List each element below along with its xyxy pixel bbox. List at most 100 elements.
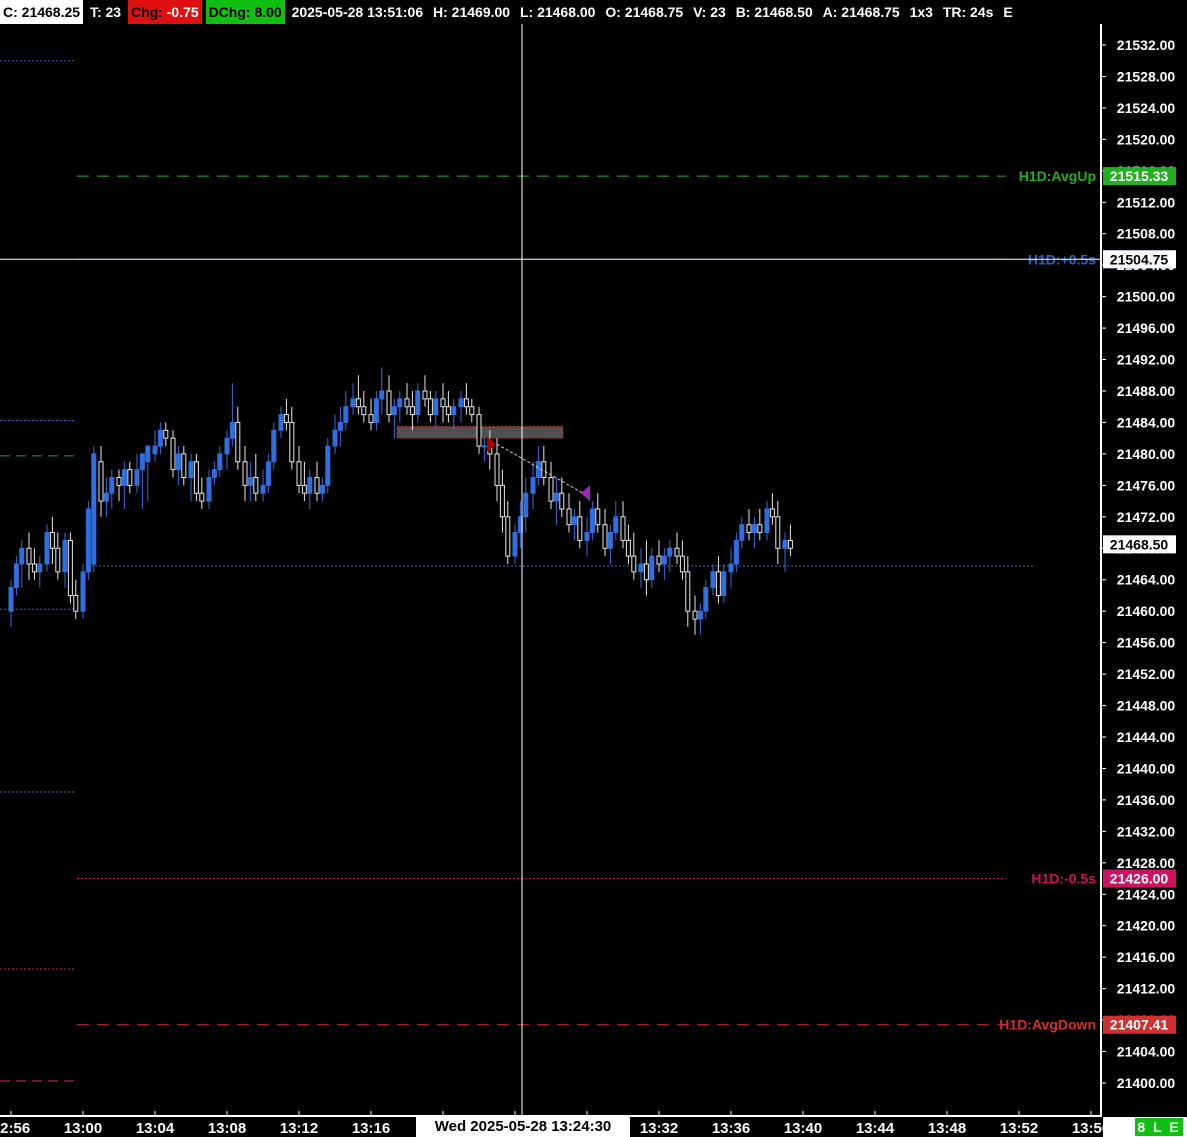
candle-body <box>571 516 577 526</box>
candle-body <box>415 390 421 416</box>
candle-body <box>229 421 235 439</box>
corner-badge-text: 8 L E <box>1135 1118 1183 1136</box>
candle-body <box>91 453 97 565</box>
time-tick-label: 13:16 <box>352 1120 390 1137</box>
time-tick-label: 13:12 <box>280 1120 318 1137</box>
price-tick-label: 21512.00 <box>1117 194 1176 210</box>
candle-body <box>379 390 385 400</box>
candle-body <box>494 453 500 486</box>
candle-body <box>103 492 109 502</box>
price-tick-label: 21480.00 <box>1117 446 1176 462</box>
crosshair-time-label: Wed 2025-05-28 13:24:30 <box>416 1117 630 1137</box>
candle-body <box>739 524 745 541</box>
level-name-label: H1D:-0.5s <box>1031 871 1096 887</box>
candle-body <box>206 477 212 502</box>
candle-body <box>152 445 158 455</box>
candle-body <box>692 610 698 620</box>
ask-value: A: 21468.75 <box>822 4 900 20</box>
volume-value: V: 23 <box>693 4 726 20</box>
time-tick-label: 13:36 <box>712 1120 750 1137</box>
price-tick-label: 21432.00 <box>1117 823 1176 839</box>
candle-body <box>422 390 428 400</box>
candle-body <box>289 421 295 463</box>
candle-body <box>235 421 241 463</box>
price-tick-label: 21488.00 <box>1117 383 1176 399</box>
candle-body <box>602 524 608 549</box>
level-name-label: H1D:AvgUp <box>1019 168 1096 184</box>
candle-body <box>181 453 187 478</box>
candle-body <box>499 484 505 518</box>
candle-body <box>512 532 518 557</box>
candle-body <box>787 539 793 549</box>
chart-background <box>0 24 1187 1117</box>
candle-body <box>710 571 716 589</box>
candle-body <box>505 516 511 557</box>
price-chart[interactable]: H1D:AvgUp21515.33H1D:+0.5s21504.75H1D:-0… <box>0 24 1187 1117</box>
candle-body <box>391 406 397 416</box>
price-tick-label: 21440.00 <box>1117 760 1176 776</box>
candle-body <box>224 437 230 455</box>
candle-body <box>361 406 367 416</box>
candle-body <box>332 429 338 447</box>
candle-body <box>589 508 595 534</box>
candle-body <box>163 429 169 439</box>
price-tick-label: 21416.00 <box>1117 949 1176 965</box>
candle-body <box>523 492 529 518</box>
candle-body <box>301 484 307 494</box>
candle-body <box>80 571 86 612</box>
price-tick-label: 21496.00 <box>1117 320 1176 336</box>
candle-body <box>31 563 37 573</box>
candle-body <box>674 547 680 557</box>
interval-value: 1x3 <box>909 4 933 20</box>
level-name-label: H1D:AvgDown <box>999 1017 1096 1033</box>
candle-body <box>73 594 79 612</box>
candle-body <box>337 421 343 431</box>
candle-body <box>368 414 374 423</box>
candle-body <box>19 547 25 565</box>
price-tick-label: 21448.00 <box>1117 698 1176 714</box>
candle-body <box>37 563 43 573</box>
time-tick-label: 13:44 <box>856 1120 895 1137</box>
close-price: C: 21468.25 <box>0 0 84 24</box>
candle-body <box>55 547 61 573</box>
price-tick-label: 21492.00 <box>1117 352 1176 368</box>
candle-body <box>217 453 223 471</box>
price-tick-label: 21484.00 <box>1117 414 1176 430</box>
candle-body <box>769 508 775 518</box>
price-tick-label: 21428.00 <box>1117 855 1176 871</box>
candle-body <box>445 406 451 416</box>
candle-body <box>620 516 626 541</box>
candle-body <box>397 398 403 408</box>
candle-body <box>404 398 410 408</box>
high-value: H: 21469.00 <box>433 4 511 20</box>
candle-body <box>127 469 133 486</box>
candle-body <box>44 532 50 565</box>
corner-badge: 8 L E <box>1103 1117 1187 1137</box>
candle-body <box>343 406 349 423</box>
candle-body <box>355 398 361 408</box>
candle-body <box>8 587 14 612</box>
candle-body <box>325 445 331 486</box>
last-price-label: 21468.50 <box>1110 536 1169 552</box>
candle-body <box>85 508 91 573</box>
time-tick-label: 13:32 <box>640 1120 678 1137</box>
candle-body <box>577 516 583 541</box>
candle-body <box>253 477 259 494</box>
candle-body <box>751 524 757 534</box>
candle-body <box>188 461 194 479</box>
price-tick-label: 21476.00 <box>1117 477 1176 493</box>
price-tick-label: 21412.00 <box>1117 981 1176 997</box>
candle-body <box>373 398 379 423</box>
candle-body <box>607 532 613 549</box>
candle-body <box>559 492 565 510</box>
candle-body <box>170 437 176 471</box>
candle-body <box>584 532 590 541</box>
candle-body <box>296 461 302 486</box>
price-tick-label: 21452.00 <box>1117 666 1176 682</box>
candle-body <box>409 406 415 416</box>
candle-body <box>757 524 763 534</box>
price-tick-label: 21400.00 <box>1117 1075 1176 1091</box>
candle-body <box>26 547 32 565</box>
candle-body <box>530 477 536 494</box>
candle-body <box>638 563 644 573</box>
